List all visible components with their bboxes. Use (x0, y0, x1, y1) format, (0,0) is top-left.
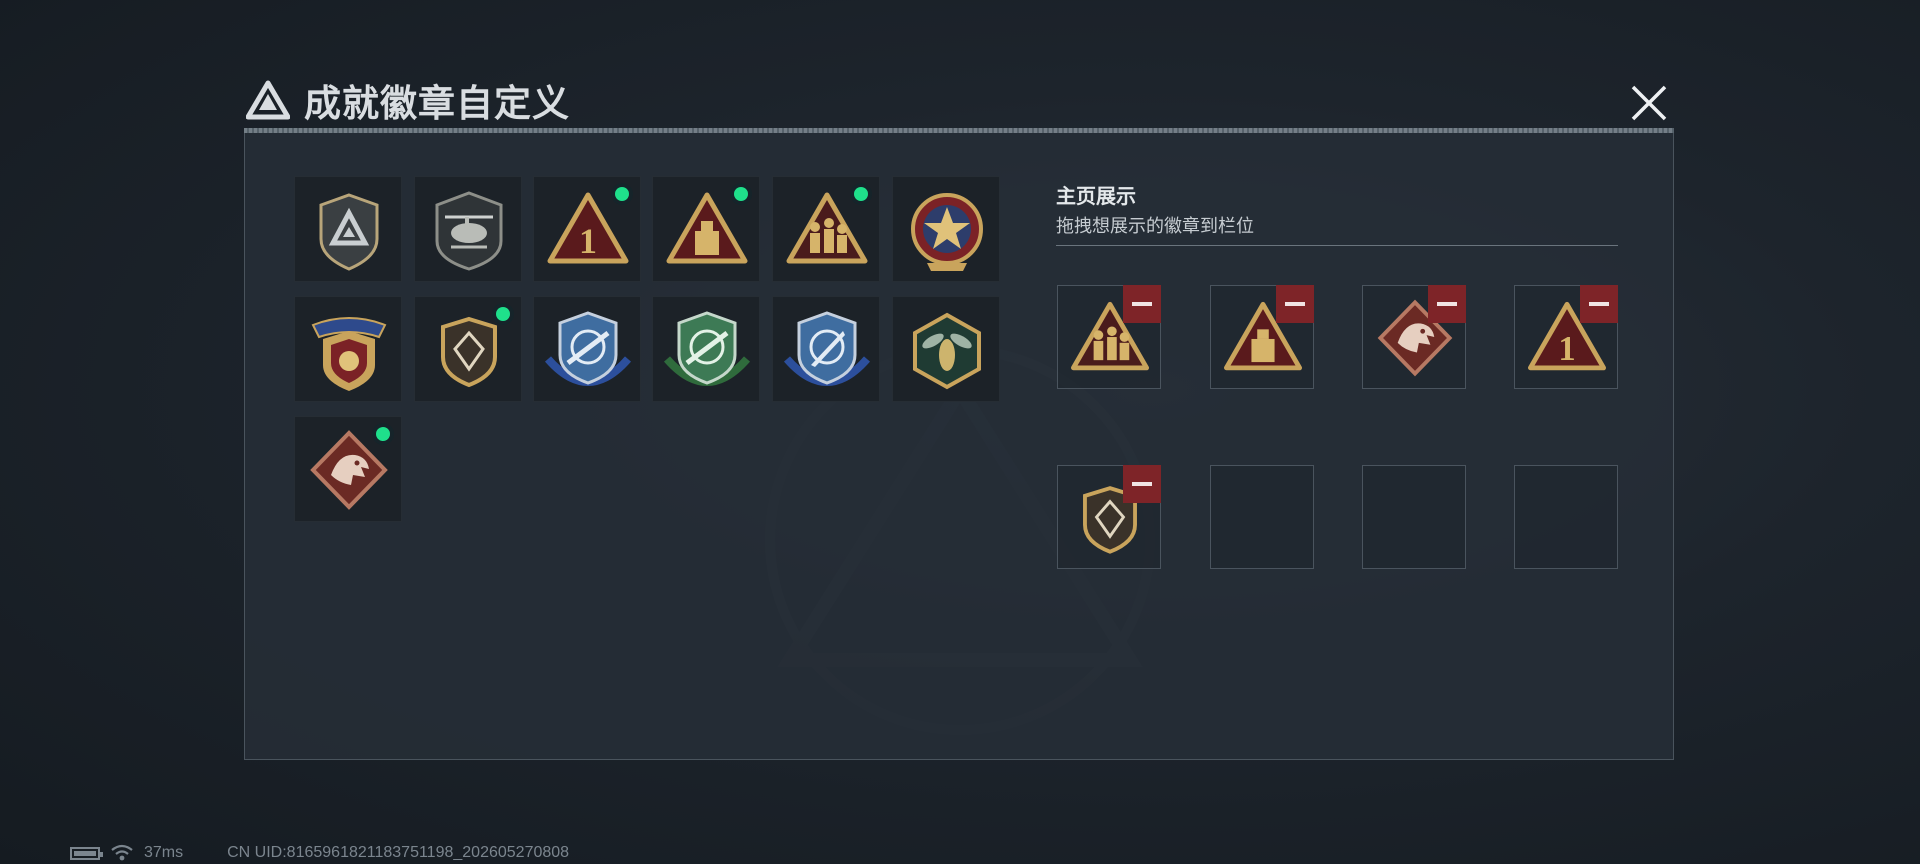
winged-medal-badge-icon (311, 317, 387, 391)
wifi-icon (111, 844, 133, 861)
badge-slot-green-rifle[interactable] (652, 296, 760, 402)
status-bar: 37ms CN UID:8165961821183751198_20260527… (70, 843, 569, 863)
dialog-title: 成就徽章自定义 (304, 83, 570, 124)
ping-readout: 37ms (144, 844, 184, 861)
user-uid: CN UID:8165961821183751198_202605270808 (227, 844, 570, 861)
blue-knife-scope-badge-icon (783, 311, 871, 386)
badge-slot-soldiers[interactable] (772, 176, 880, 282)
new-indicator (611, 183, 633, 205)
close-icon[interactable] (1626, 80, 1672, 126)
display-slot-1[interactable] (1057, 285, 1161, 389)
badge-slot-number-one[interactable]: 1 (533, 176, 641, 282)
display-slot-5[interactable] (1057, 465, 1161, 569)
new-indicator (372, 423, 394, 445)
new-indicator (492, 303, 514, 325)
triangle-shield-badge-icon (319, 193, 379, 271)
display-slot-7[interactable] (1362, 465, 1466, 569)
triangle-logo-icon (246, 80, 290, 120)
badge-slot-tower[interactable] (652, 176, 760, 282)
badge-slot-diamond-shield[interactable] (414, 296, 522, 402)
svg-text:1: 1 (1558, 330, 1575, 368)
display-slot-2[interactable] (1210, 285, 1314, 389)
new-indicator (730, 183, 752, 205)
green-rifle-scope-badge-icon (663, 311, 751, 386)
hornet-hexagon-badge-icon (913, 312, 981, 390)
homepage-display-subtitle: 拖拽想展示的徽章到栏位 (1056, 216, 1254, 236)
svg-text:1: 1 (579, 221, 597, 261)
homepage-display-title: 主页展示 (1056, 186, 1136, 208)
homepage-display-divider (1056, 245, 1618, 246)
battery-icon (70, 846, 103, 860)
display-slot-6[interactable] (1210, 465, 1314, 569)
remove-badge-button[interactable] (1428, 285, 1466, 323)
badge-slot-blue-rifle[interactable] (533, 296, 641, 402)
remove-badge-button[interactable] (1123, 285, 1161, 323)
helicopter-badge-icon (435, 191, 503, 271)
display-slot-3[interactable] (1362, 285, 1466, 389)
remove-badge-button[interactable] (1123, 465, 1161, 503)
badge-slot-triangle-shield[interactable] (294, 176, 402, 282)
badge-slot-dragon[interactable] (294, 416, 402, 522)
remove-badge-button[interactable] (1276, 285, 1314, 323)
blue-rifle-scope-badge-icon (544, 311, 632, 386)
badge-slot-hornet[interactable] (892, 296, 1000, 402)
display-slot-8[interactable] (1514, 465, 1618, 569)
display-slot-4[interactable]: 1 (1514, 285, 1618, 389)
star-medal-badge-icon (911, 193, 983, 271)
remove-badge-button[interactable] (1580, 285, 1618, 323)
badge-slot-blue-knife[interactable] (772, 296, 880, 402)
badge-slot-star-medal[interactable] (892, 176, 1000, 282)
dialog-title-bar: 成就徽章自定义 (246, 76, 570, 124)
badge-slot-helicopter[interactable] (414, 176, 522, 282)
new-indicator (850, 183, 872, 205)
badge-slot-winged-medal[interactable] (294, 296, 402, 402)
